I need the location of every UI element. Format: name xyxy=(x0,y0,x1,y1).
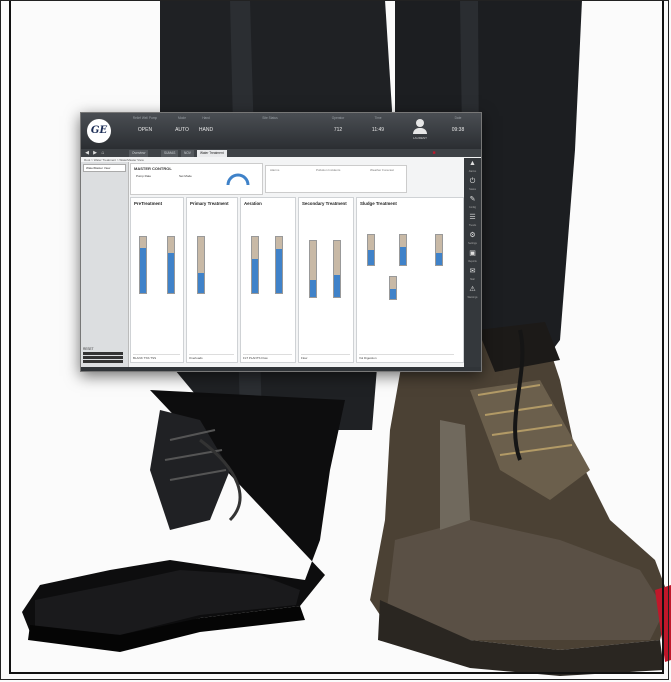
header-cell-hand[interactable]: Hand HAND xyxy=(195,116,217,133)
header-cell-value: 712 xyxy=(333,127,343,133)
right-toolbar: ▲ Alarms ⏻ Status ✎ Config ☰ Trends ⚙ Setting… xyxy=(464,158,481,371)
column-title: PreTreatment xyxy=(134,201,163,206)
header-cell-mode[interactable]: Mode AUTO xyxy=(171,116,193,133)
hmi-header: GE Relief Well Pump OPEN Mode AUTO Hand … xyxy=(81,113,481,149)
tank-gauge xyxy=(197,236,205,294)
column-aeration[interactable]: Aeration FLT PLANTS Flow xyxy=(240,197,296,363)
status-bar xyxy=(81,367,481,371)
flag-icon[interactable]: ■ xyxy=(431,150,437,156)
column-footer: Overloads xyxy=(189,354,234,360)
reports-icon[interactable]: ▣ Reports xyxy=(464,248,481,266)
hmi-screen: GE Relief Well Pump OPEN Mode AUTO Hand … xyxy=(80,112,482,372)
column-primary-treatment[interactable]: Primary Treatment Overloads xyxy=(186,197,238,363)
header-cell-label: Date xyxy=(454,116,462,120)
left-navigation: WaterMaster View RESET xyxy=(81,162,129,371)
tank-gauge xyxy=(435,234,443,266)
view-select[interactable]: WaterMaster View xyxy=(83,164,126,172)
alarm-icon[interactable]: ▲ Alarms xyxy=(464,158,481,176)
header-cell-label: Relief Well Pump xyxy=(132,116,158,120)
header-cell-value: 11:49 xyxy=(371,127,385,133)
column-title: Secondary Treatment xyxy=(302,201,347,206)
warning-icon[interactable]: ⚠ Warnings xyxy=(464,284,481,302)
column-sludge-treatment[interactable]: Sludge Treatment Vol Digestion xyxy=(356,197,464,363)
header-cell-operator: Operator 712 xyxy=(321,116,355,133)
tab-sumas[interactable]: SUMAS xyxy=(161,150,179,157)
column-footer: Flow xyxy=(301,354,350,360)
tab-water-treatment[interactable]: Water Treatment xyxy=(197,150,227,157)
header-cell-label: Hand xyxy=(202,116,210,120)
tank-gauge xyxy=(399,234,407,266)
wrench-icon[interactable]: ✎ Config xyxy=(464,194,481,212)
alarms-title: Alarms xyxy=(270,168,280,172)
header-cell-clock: Date 09:38 xyxy=(441,116,475,133)
process-columns: PreTreatment BLANK TSS TSS Primary Treat… xyxy=(130,197,464,363)
tank-gauge xyxy=(309,240,317,298)
mail-icon[interactable]: ✉ Mail xyxy=(464,266,481,284)
master-control-panel: MASTER CONTROL Pump Rate Set Mode xyxy=(130,163,263,195)
alarm-summary-panel: Alarms Pollution Incidents Weather Forec… xyxy=(265,165,407,193)
header-cell-label: Mode xyxy=(178,116,186,120)
reset-label: RESET xyxy=(83,347,94,351)
share-icon[interactable]: ⚙ Settings xyxy=(464,230,481,248)
header-cell-value: HAND xyxy=(198,127,214,133)
tab-overview[interactable]: Overview xyxy=(129,150,149,157)
header-cell-value: AUTO xyxy=(175,127,189,133)
column-footer: FLT PLANTS Flow xyxy=(243,354,292,360)
pump-rate-slider[interactable]: Pump Rate xyxy=(136,174,151,178)
tab-nov[interactable]: NOV xyxy=(181,150,194,157)
column-title: Aeration xyxy=(244,201,262,206)
column-title: Primary Treatment xyxy=(190,201,229,206)
tank-gauge xyxy=(139,236,147,294)
photo-scene: GE Relief Well Pump OPEN Mode AUTO Hand … xyxy=(0,0,671,682)
power-icon[interactable]: ⏻ Status xyxy=(464,176,481,194)
back-arrow-icon[interactable]: ◀ xyxy=(84,150,90,156)
forward-arrow-icon[interactable]: ▶ xyxy=(92,150,98,156)
column-secondary-treatment[interactable]: Secondary Treatment Flow xyxy=(298,197,354,363)
pollution-title: Pollution Incidents xyxy=(316,168,341,172)
header-cell-label: Time xyxy=(374,116,382,120)
reset-button[interactable]: RESET xyxy=(83,347,123,363)
tank-gauge xyxy=(333,240,341,298)
set-mode-slider[interactable]: Set Mode xyxy=(179,174,192,178)
home-icon[interactable]: ⌂ xyxy=(100,150,106,156)
user-icon xyxy=(416,119,424,127)
tank-gauge xyxy=(389,276,397,300)
header-cell-label: Site Status xyxy=(262,116,278,120)
header-cell-site-status: Site Status xyxy=(227,116,313,120)
master-control-title: MASTER CONTROL xyxy=(134,166,172,171)
tank-gauge xyxy=(367,234,375,266)
trends-icon[interactable]: ☰ Trends xyxy=(464,212,481,230)
tab-bar: ◀ ▶ ⌂ Overview SUMAS NOV Water Treatment… xyxy=(81,149,481,157)
header-cell-pump: Relief Well Pump OPEN xyxy=(125,116,165,133)
header-cell-value: 09:38 xyxy=(451,127,465,133)
header-cell-label: Operator xyxy=(331,116,345,120)
ge-logo: GE xyxy=(87,119,111,143)
header-cell-time: Time 11:49 xyxy=(361,116,395,133)
gauge-icon xyxy=(226,173,250,186)
column-footer: BLANK TSS TSS xyxy=(133,354,180,360)
column-pretreatment[interactable]: PreTreatment BLANK TSS TSS xyxy=(130,197,184,363)
user-name: LAURENT xyxy=(412,136,427,140)
header-cell-value: OPEN xyxy=(137,127,153,133)
weather-title: Weather Forecast xyxy=(370,168,394,172)
column-title: Sludge Treatment xyxy=(360,201,397,206)
user-avatar[interactable]: LAURENT xyxy=(411,117,429,143)
column-footer: Vol Digestion xyxy=(359,354,455,360)
tank-gauge xyxy=(167,236,175,294)
tank-gauge xyxy=(275,236,283,294)
tank-gauge xyxy=(251,236,259,294)
